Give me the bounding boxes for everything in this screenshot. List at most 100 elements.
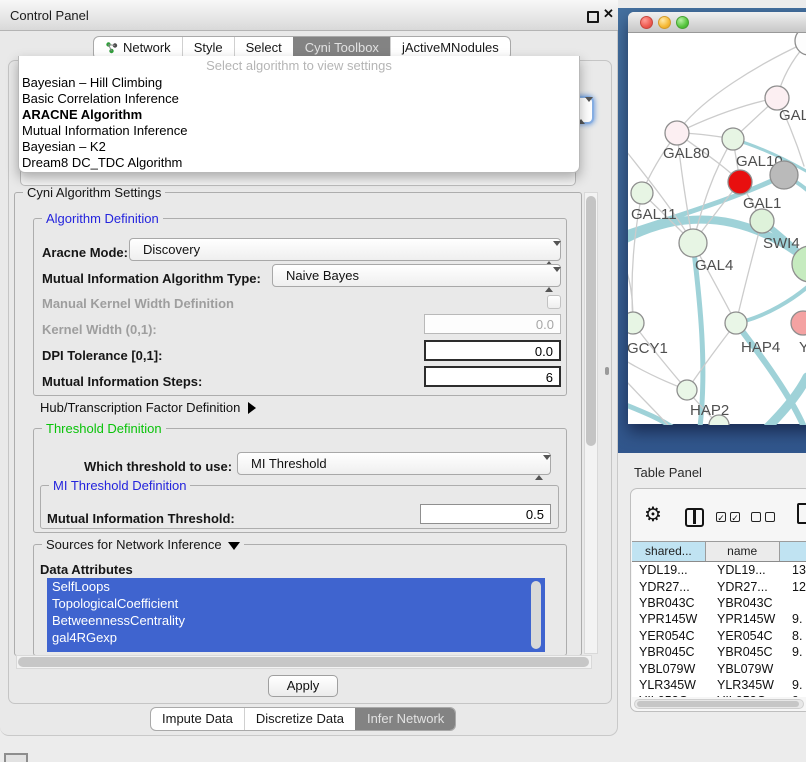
algorithm-option-dream8-dc-tdc-algorithm[interactable]: Dream8 DC_TDC Algorithm xyxy=(19,155,579,171)
table-cell: 9. xyxy=(788,678,802,692)
table-cell: YBR043C xyxy=(710,596,788,610)
dpi-tolerance-label: DPI Tolerance [0,1]: xyxy=(42,348,162,363)
apply-button[interactable]: Apply xyxy=(268,675,338,697)
table-row[interactable]: YPR145WYPR145W9. xyxy=(632,611,806,627)
network-canvas[interactable]: GAL7GAL80GAL10GAL1GAL11SWI4GAL4GCY1HAP4Y… xyxy=(628,33,806,425)
column-header-shared[interactable]: shared... xyxy=(632,542,706,561)
group-title: MI Threshold Definition xyxy=(49,478,190,493)
mi-threshold-label: Mutual Information Threshold: xyxy=(47,511,235,526)
algorithm-option-bayesian-k2[interactable]: Bayesian – K2 xyxy=(19,139,579,155)
panel-title: Control Panel xyxy=(10,8,89,23)
settings-horizontal-scrollbar-thumb[interactable] xyxy=(18,657,589,667)
select-all-checkboxes-icon[interactable]: ✓✓ xyxy=(716,512,740,522)
minimize-traffic-light-icon[interactable] xyxy=(658,16,671,29)
table-row[interactable]: YBR043CYBR043C xyxy=(632,595,806,611)
network-node[interactable] xyxy=(795,33,806,55)
table-cell: YDR27... xyxy=(710,580,788,594)
attribute-item-selfloops[interactable]: SelfLoops xyxy=(47,578,545,595)
expander-arrow-icon xyxy=(248,402,256,414)
table-header: shared...name xyxy=(632,541,806,562)
attribute-item-gal4rgexp[interactable]: gal4RGexp xyxy=(47,629,545,646)
network-node-gal10[interactable] xyxy=(722,128,744,150)
table-cell: YBR043C xyxy=(632,596,710,610)
table-cell: YDL19... xyxy=(710,563,788,577)
attributes-scrollbar[interactable] xyxy=(531,581,541,649)
network-edge[interactable] xyxy=(687,323,736,390)
kernel-width-label: Kernel Width (0,1): xyxy=(42,322,157,337)
table-row[interactable]: YER054CYER054C8. xyxy=(632,628,806,644)
network-node[interactable] xyxy=(770,161,798,189)
algorithm-option-aracne-algorithm[interactable]: ARACNE Algorithm xyxy=(19,107,579,123)
algorithm-option-basic-correlation-inference[interactable]: Basic Correlation Inference xyxy=(19,91,579,107)
tab-infer-network[interactable]: Infer Network xyxy=(355,708,455,730)
network-edge[interactable] xyxy=(736,221,762,323)
network-node[interactable] xyxy=(750,209,774,233)
table-cell: YDR27... xyxy=(632,580,710,594)
float-window-icon[interactable] xyxy=(587,11,599,23)
network-window-titlebar[interactable] xyxy=(628,12,806,33)
mi-algorithm-type-select[interactable]: Naive Bayes xyxy=(272,264,561,287)
network-node-y[interactable] xyxy=(791,311,806,335)
kernel-width-input[interactable]: 0.0 xyxy=(424,314,561,334)
table-horizontal-scrollbar-thumb[interactable] xyxy=(637,701,799,707)
table-row[interactable]: YLR345WYLR345W9. xyxy=(632,677,806,693)
settings-vertical-scrollbar-thumb[interactable] xyxy=(586,196,596,446)
stepper-arrows-icon xyxy=(545,269,553,290)
algorithm-option-bayesian-hill-climbing[interactable]: Bayesian – Hill Climbing xyxy=(19,75,579,91)
document-icon[interactable] xyxy=(797,503,806,524)
sources-collapser[interactable]: Sources for Network Inference xyxy=(42,537,244,552)
table-cell: 9. xyxy=(788,645,802,659)
attribute-item-betweennesscentrality[interactable]: BetweennessCentrality xyxy=(47,612,545,629)
table-cell: YER054C xyxy=(710,629,788,643)
table-row[interactable]: YIL052CYIL052C9 xyxy=(632,693,806,697)
column-header-name[interactable]: name xyxy=(706,542,780,561)
node-label-y: Y xyxy=(799,339,806,356)
table-row[interactable]: YBR045CYBR045C9. xyxy=(632,644,806,660)
network-node-gal1[interactable] xyxy=(728,170,752,194)
zoom-traffic-light-icon[interactable] xyxy=(676,16,689,29)
columns-icon[interactable] xyxy=(685,508,704,527)
node-label-gal11: GAL11 xyxy=(631,206,677,223)
algorithm-option-mutual-information-inference[interactable]: Mutual Information Inference xyxy=(19,123,579,139)
manual-kernel-width-checkbox[interactable] xyxy=(547,295,561,309)
table-horizontal-scrollbar[interactable] xyxy=(634,699,804,709)
tab-impute-data[interactable]: Impute Data xyxy=(151,708,244,730)
network-edge[interactable] xyxy=(628,381,668,425)
table-cell: YBL079W xyxy=(632,662,710,676)
table-row[interactable]: YDL19...YDL19...13 xyxy=(632,562,806,578)
taskbar-mini-icon[interactable] xyxy=(4,753,28,762)
table-cell: YPR145W xyxy=(632,612,710,626)
aracne-mode-value: Discovery xyxy=(143,242,200,257)
data-attributes-label: Data Attributes xyxy=(40,562,133,577)
network-node-gcy1[interactable] xyxy=(628,312,644,334)
group-title: Cyni Algorithm Settings xyxy=(23,185,165,200)
mi-steps-input[interactable]: 6 xyxy=(424,366,561,387)
attribute-item-topologicalcoefficient[interactable]: TopologicalCoefficient xyxy=(47,595,545,612)
algorithm-dropdown-popup: Select algorithm to view settings Bayesi… xyxy=(18,56,580,173)
network-node-gal80[interactable] xyxy=(665,121,689,145)
mi-threshold-input[interactable]: 0.5 xyxy=(420,504,551,524)
table-row[interactable]: YBL079WYBL079W xyxy=(632,660,806,676)
network-node-gal4[interactable] xyxy=(679,229,707,257)
close-icon[interactable]: ✕ xyxy=(603,7,614,21)
column-header-2[interactable] xyxy=(780,542,806,561)
dpi-tolerance-input[interactable]: 0.0 xyxy=(424,340,561,361)
application-window: Control Panel ✕ NetworkStyleSelectCyni T… xyxy=(0,0,806,762)
aracne-mode-select[interactable]: Discovery xyxy=(129,238,561,261)
network-node-hap4[interactable] xyxy=(725,312,747,334)
network-desktop: GAL7GAL80GAL10GAL1GAL11SWI4GAL4GCY1HAP4Y… xyxy=(618,8,806,453)
tab-discretize-data[interactable]: Discretize Data xyxy=(244,708,355,730)
deselect-all-checkboxes-icon[interactable] xyxy=(751,512,775,522)
network-node-hap2[interactable] xyxy=(677,380,697,400)
node-label-gcy1: GCY1 xyxy=(628,340,668,357)
splitpane-handle[interactable] xyxy=(605,367,609,375)
table-row[interactable]: YDR27...YDR27...12 xyxy=(632,578,806,594)
network-view-window: GAL7GAL80GAL10GAL1GAL11SWI4GAL4GCY1HAP4Y… xyxy=(628,12,806,424)
table-cell: YPR145W xyxy=(710,612,788,626)
gear-icon[interactable]: ⚙ xyxy=(644,504,662,526)
hub-definition-expander[interactable]: Hub/Transcription Factor Definition xyxy=(40,400,256,415)
network-node-gal11[interactable] xyxy=(631,182,653,204)
which-threshold-select[interactable]: MI Threshold xyxy=(237,452,551,475)
stepper-arrows-icon xyxy=(545,243,553,264)
close-traffic-light-icon[interactable] xyxy=(640,16,653,29)
